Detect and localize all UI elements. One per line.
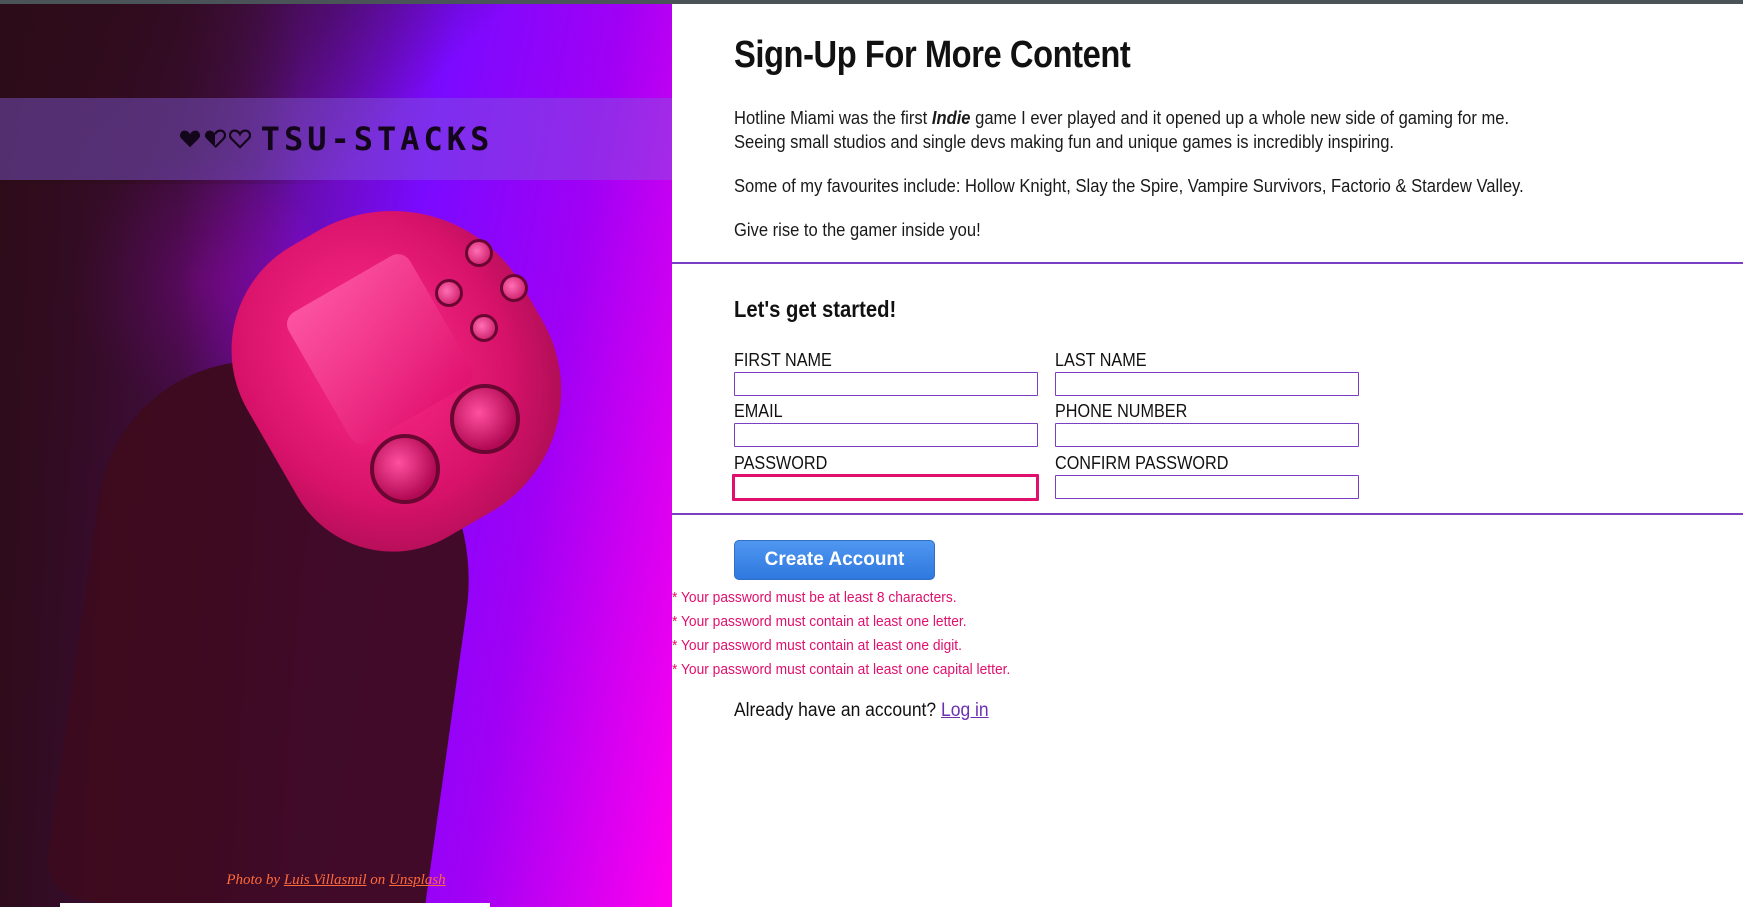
- phone-group: PHONE NUMBER: [1055, 401, 1359, 447]
- last-name-input[interactable]: [1055, 372, 1359, 396]
- first-name-group: FIRST NAME: [734, 350, 1038, 396]
- heart-half-icon: [204, 129, 226, 149]
- controller-button: [500, 274, 528, 302]
- email-label: EMAIL: [734, 401, 783, 421]
- password-input[interactable]: [732, 474, 1039, 501]
- hearts-row: [179, 128, 251, 150]
- create-account-button[interactable]: Create Account: [734, 540, 935, 580]
- logo-banner: TSU-STACKS: [0, 98, 672, 180]
- login-prompt: Already have an account? Log in: [734, 700, 989, 721]
- form-heading: Let's get started!: [734, 296, 897, 322]
- confirm-password-input[interactable]: [1055, 475, 1359, 499]
- first-name-label: FIRST NAME: [734, 350, 832, 370]
- signup-content: Sign-Up For More Content Hotline Miami w…: [672, 4, 1743, 907]
- password-label: PASSWORD: [734, 453, 828, 473]
- email-input[interactable]: [734, 423, 1038, 447]
- heart-full-icon: [179, 130, 200, 148]
- intro-text: Hotline Miami was the first Indie game I…: [734, 106, 1599, 262]
- photographer-link[interactable]: Luis Villasmil: [284, 872, 367, 888]
- indie-emphasis: Indie: [931, 108, 971, 128]
- password-group: PASSWORD: [732, 453, 1039, 501]
- controller-stick-right: [450, 384, 520, 454]
- section-divider: [672, 262, 1743, 264]
- confirm-password-group: CONFIRM PASSWORD: [1055, 453, 1359, 499]
- heart-empty-icon: [228, 129, 251, 149]
- form-divider: [672, 513, 1743, 515]
- confirm-password-label: CONFIRM PASSWORD: [1055, 453, 1229, 473]
- hero-image-panel: TSU-STACKS Photo by Luis Villasmil on Un…: [0, 4, 672, 907]
- controller-button: [470, 314, 498, 342]
- first-name-input[interactable]: [734, 372, 1038, 396]
- bottom-scroll-strip: [60, 903, 490, 907]
- controller-button: [465, 239, 493, 267]
- favourites-paragraph: Some of my favourites include: Hollow Kn…: [734, 176, 1524, 196]
- error-message: * Your password must contain at least on…: [672, 661, 1011, 678]
- last-name-group: LAST NAME: [1055, 350, 1359, 396]
- phone-label: PHONE NUMBER: [1055, 401, 1188, 421]
- phone-input[interactable]: [1055, 423, 1359, 447]
- last-name-label: LAST NAME: [1055, 350, 1147, 370]
- call-to-action-text: Give rise to the gamer inside you!: [734, 220, 981, 240]
- error-message: * Your password must be at least 8 chara…: [672, 589, 957, 606]
- error-message: * Your password must contain at least on…: [672, 637, 962, 654]
- photo-credit: Photo by Luis Villasmil on Unsplash: [226, 872, 446, 888]
- unsplash-link[interactable]: Unsplash: [389, 872, 446, 888]
- error-message: * Your password must contain at least on…: [672, 613, 967, 630]
- controller-button: [435, 279, 463, 307]
- password-error-list: * Your password must be at least 8 chara…: [672, 586, 1010, 682]
- controller-stick-left: [370, 434, 440, 504]
- login-link[interactable]: Log in: [941, 700, 989, 721]
- email-group: EMAIL: [734, 401, 1038, 447]
- page-title: Sign-Up For More Content: [734, 34, 1131, 76]
- site-logo: TSU-STACKS: [260, 120, 494, 158]
